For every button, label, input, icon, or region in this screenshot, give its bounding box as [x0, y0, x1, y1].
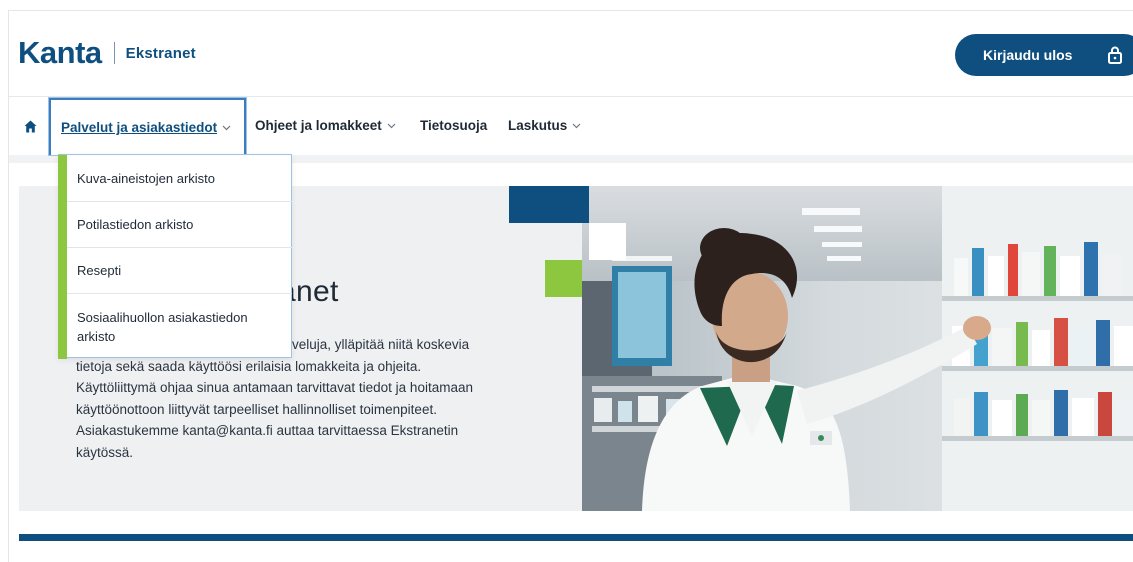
- dropdown-item-label: Potilastiedon arkisto: [77, 217, 194, 232]
- dropdown-item-label: Sosiaalihuollon asiakastiedon arkisto: [77, 309, 248, 344]
- dropdown-item-sosiaalihuollon-arkisto[interactable]: Sosiaalihuollon asiakastiedon arkisto: [67, 294, 292, 359]
- decorative-block-navy: [509, 186, 589, 223]
- chevron-down-icon: [572, 123, 581, 129]
- nav-item-label: Laskutus: [508, 118, 568, 133]
- site-header: Kanta Ekstranet Kirjaudu ulos: [9, 11, 1133, 96]
- nav-item-laskutus[interactable]: Laskutus: [508, 118, 581, 133]
- logo-wordmark: Kanta: [18, 35, 102, 70]
- hero-text-line: käyttöönottoon liittyvät tarpeelliset ha…: [76, 401, 437, 417]
- services-dropdown-menu: Kuva-aineistojen arkisto Potilastiedon a…: [58, 154, 292, 359]
- dropdown-item-label: Resepti: [77, 263, 122, 278]
- chevron-down-icon: [387, 123, 396, 129]
- nav-item-label: Tietosuoja: [420, 118, 488, 133]
- dropdown-item-potilastiedon-arkisto[interactable]: Potilastiedon arkisto: [67, 202, 292, 247]
- hero-image: [582, 186, 1133, 511]
- nav-item-label: Palvelut ja asiakastiedot: [61, 120, 218, 135]
- dropdown-item-label: Kuva-aineistojen arkisto: [77, 170, 216, 186]
- pharmacist-illustration: [582, 186, 1133, 511]
- logout-button-label: Kirjaudu ulos: [983, 47, 1073, 63]
- hero-text-line: Käyttöliittymä ohjaa sinua antamaan tarv…: [76, 380, 473, 395]
- logo-product-name: Ekstranet: [125, 44, 196, 62]
- hero-text-line: käytössä.: [76, 444, 134, 460]
- logout-button[interactable]: Kirjaudu ulos: [955, 34, 1133, 76]
- content-divider-bar: [19, 534, 1133, 541]
- nav-item-tietosuoja[interactable]: Tietosuoja: [420, 118, 487, 133]
- dropdown-item-kuva-aineistojen-arkisto[interactable]: Kuva-aineistojen arkisto: [67, 155, 292, 201]
- hero-text-line: Asiakastukemme kanta@kanta.fi auttaa tar…: [76, 423, 459, 438]
- nav-item-label: Ohjeet ja lomakkeet: [255, 118, 382, 133]
- nav-item-palvelut[interactable]: Palvelut ja asiakastiedot: [49, 98, 246, 155]
- nav-item-ohjeet[interactable]: Ohjeet ja lomakkeet: [255, 118, 396, 133]
- dropdown-accent-bar: [58, 155, 67, 359]
- decorative-block-green: [545, 260, 582, 297]
- logo-separator: [113, 42, 115, 64]
- home-icon[interactable]: [24, 120, 37, 133]
- decorative-block-white: [589, 223, 626, 260]
- chevron-down-icon: [222, 125, 231, 131]
- kanta-logo[interactable]: Kanta Ekstranet: [18, 35, 196, 71]
- dropdown-item-resepti[interactable]: Resepti: [67, 248, 292, 293]
- lock-icon: [1108, 46, 1122, 64]
- page-frame: Kanta Ekstranet Kirjaudu ulos Ohjeet ja …: [8, 10, 1133, 562]
